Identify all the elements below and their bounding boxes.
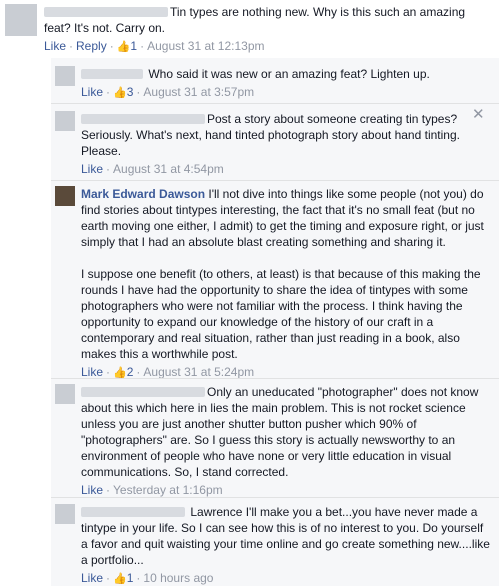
divider — [51, 103, 499, 104]
commenter-name[interactable] — [81, 114, 205, 124]
reply-link[interactable]: Reply — [76, 39, 107, 53]
commenter-name[interactable] — [44, 7, 168, 17]
comment-text: Tin types are nothing new. Why is this s… — [44, 5, 469, 35]
avatar[interactable] — [55, 384, 75, 404]
reply-comment: Post a story about someone creating tin … — [81, 111, 476, 177]
comment-text: Lawrence I'll make you a bet...you have … — [81, 505, 494, 567]
comment-text-paragraph: I suppose one benefit (to others, at lea… — [81, 267, 484, 361]
like-link[interactable]: Like — [44, 39, 66, 53]
divider — [51, 378, 499, 379]
thumbs-up-icon: 👍 — [113, 87, 127, 99]
reply-comment: Only an uneducated "photographer" does n… — [81, 384, 486, 498]
like-link[interactable]: Like — [81, 162, 103, 176]
reply-comment: Who said it was new or an amazing feat? … — [81, 66, 486, 101]
thumbs-up-icon: 👍 — [116, 41, 131, 53]
comment-text: Who said it was new or an amazing feat? … — [81, 66, 486, 82]
commenter-name[interactable] — [81, 507, 185, 517]
top-comment: Tin types are nothing new. Why is this s… — [44, 4, 484, 55]
timestamp[interactable]: August 31 at 3:57pm — [143, 85, 254, 99]
avatar[interactable] — [55, 111, 75, 131]
comment-text: Mark Edward Dawson I'll not dive into th… — [81, 187, 488, 249]
comment-text: Post a story about someone creating tin … — [81, 112, 464, 158]
timestamp[interactable]: August 31 at 5:24pm — [143, 365, 254, 379]
commenter-name[interactable] — [81, 69, 143, 79]
like-link[interactable]: Like — [81, 85, 103, 99]
comment-actions: Like · Reply · 👍1 · August 31 at 12:13pm — [44, 39, 265, 53]
comment-actions: Like · 👍3 · August 31 at 3:57pm — [81, 85, 255, 99]
like-link[interactable]: Like — [81, 571, 103, 585]
commenter-name[interactable] — [81, 387, 205, 397]
timestamp[interactable]: Yesterday at 1:16pm — [113, 483, 223, 497]
reply-comment: Lawrence I'll make you a bet...you have … — [81, 504, 493, 587]
divider — [51, 180, 499, 181]
comment-actions: Like · August 31 at 4:54pm — [81, 162, 224, 176]
commenter-name[interactable]: Mark Edward Dawson — [81, 187, 205, 201]
avatar[interactable] — [5, 4, 37, 36]
like-link[interactable]: Like — [81, 365, 103, 379]
timestamp[interactable]: August 31 at 4:54pm — [113, 162, 224, 176]
timestamp[interactable]: 10 hours ago — [143, 571, 213, 585]
thumbs-up-icon: 👍 — [113, 573, 127, 585]
reply-comment: Mark Edward Dawson I'll not dive into th… — [81, 186, 493, 381]
timestamp[interactable]: August 31 at 12:13pm — [147, 39, 264, 53]
avatar[interactable] — [55, 186, 75, 206]
comment-actions: Like · 👍1 · 10 hours ago — [81, 571, 214, 585]
divider — [51, 497, 499, 498]
like-link[interactable]: Like — [81, 483, 103, 497]
comment-text: Only an uneducated "photographer" does n… — [81, 385, 482, 479]
avatar[interactable] — [55, 504, 75, 524]
avatar[interactable] — [55, 66, 75, 86]
comment-actions: Like · Yesterday at 1:16pm — [81, 483, 223, 497]
